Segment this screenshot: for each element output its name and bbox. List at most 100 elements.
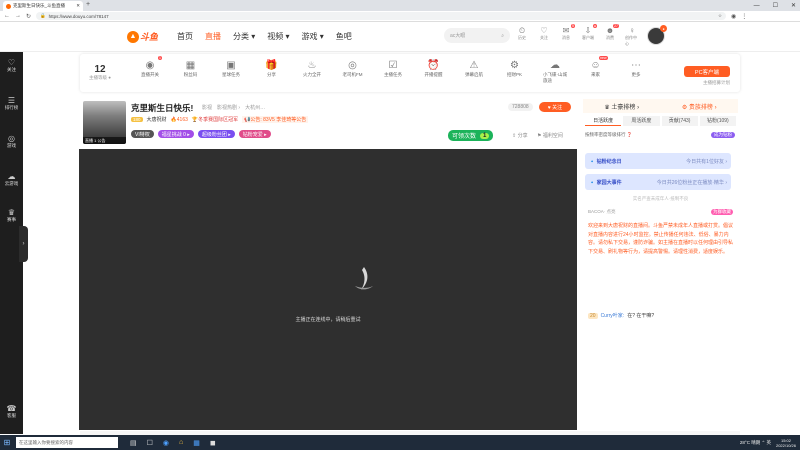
taskbar-app-icon[interactable]: ☐ bbox=[147, 439, 153, 447]
menu-icon[interactable]: ⋮ bbox=[741, 13, 747, 20]
room-notice[interactable]: 📢公告: 83V5 李佳琦等公告 bbox=[242, 116, 309, 123]
nav-item-3[interactable]: 视频 ▾ bbox=[267, 31, 289, 42]
taskbar-app-icon[interactable]: ⌂ bbox=[179, 439, 183, 447]
pick-count-button[interactable]: 可领次数 1 bbox=[448, 130, 494, 141]
room-pill-1[interactable]: 福星挑战 0 ▸ bbox=[157, 130, 194, 138]
toolbar-warn[interactable]: ⚠ 弹幕启航 bbox=[462, 58, 486, 78]
rank-tab-1[interactable]: ⚙ 贵族排榜 › bbox=[682, 102, 717, 111]
profile-icon[interactable]: ◉ bbox=[731, 13, 736, 20]
taskbar-app-icon[interactable]: ▦ bbox=[193, 439, 200, 447]
become-fan-button[interactable]: 成为钻粉 bbox=[711, 132, 735, 138]
video-player[interactable]: 主播正在连线中，请稍后重试 bbox=[79, 149, 577, 430]
ad-icon: ▣ bbox=[226, 59, 236, 71]
sidebar-label: 赛事 bbox=[7, 217, 16, 222]
toolbar-anchor[interactable]: ◎ 老司机FM bbox=[341, 58, 365, 78]
toolbar-cloud[interactable]: ☁ 小飞碟·山城旅途 bbox=[543, 58, 567, 84]
new-tab-button[interactable]: + bbox=[86, 1, 90, 8]
main-nav: 首页 直播 分类 ▾ 视频 ▾ 游戏 ▾ 鱼吧 bbox=[177, 31, 352, 42]
search-input[interactable]: ac大眼 ⌕ bbox=[444, 28, 510, 43]
toolbar-task[interactable]: ◉ 直播开关 1 bbox=[138, 56, 162, 78]
pc-client-sub[interactable]: 主播招募计划 bbox=[703, 80, 730, 86]
nav-item-0[interactable]: 首页 bbox=[177, 31, 193, 42]
category-2[interactable]: 大杭州… bbox=[245, 104, 265, 111]
chat-badge[interactable]: 为群收藏 bbox=[711, 209, 733, 215]
sidebar-item-follow[interactable]: ♡ 关注 bbox=[0, 58, 23, 73]
maximize-button[interactable]: ☐ bbox=[773, 2, 778, 9]
toolbar-check[interactable]: ☑ 主播任务 bbox=[381, 58, 405, 78]
url-input[interactable]: 🔒 https://www.douyu.com/78147 ☆ bbox=[36, 12, 727, 20]
star-icon[interactable]: ☆ bbox=[718, 13, 722, 19]
room-id: 728808 bbox=[508, 103, 533, 111]
sidebar-item-match[interactable]: ♛ 赛事 bbox=[0, 208, 23, 223]
toolbar-fans[interactable]: ▦ 粉丝码 bbox=[179, 58, 203, 78]
sidebar-item-service[interactable]: ☎ 客服 bbox=[0, 404, 23, 419]
pick-label: 可领次数 bbox=[452, 134, 477, 140]
clock[interactable]: 15:02 2022/10/26 bbox=[776, 438, 796, 448]
category-1[interactable]: 影视热剧 › bbox=[217, 104, 240, 111]
rank-tab-0[interactable]: ♛ 土豪排榜 › bbox=[604, 102, 639, 111]
anchor-toolbar: 12 主播等级 ● ◉ 直播开关 1 ▦ 粉丝码 ▣ 星球任务 🎁 分享 ♨ 火力全开 ◎ 老司机FM ☑… bbox=[80, 54, 740, 92]
header-follow[interactable]: ♡ 关注 bbox=[537, 26, 551, 47]
start-icon[interactable]: ⊞ bbox=[0, 435, 14, 450]
taskbar-app-icon[interactable]: ▤ bbox=[130, 439, 137, 447]
toolbar-ad[interactable]: ▣ 星球任务 bbox=[219, 58, 243, 78]
rank-icon: ☰ bbox=[7, 96, 16, 105]
toolbar-friends[interactable]: ☺ 来家 new bbox=[584, 56, 608, 78]
room-pill-2[interactable]: 超级粉丝团 ▸ bbox=[197, 130, 235, 138]
nav-item-5[interactable]: 鱼吧 bbox=[336, 31, 352, 42]
taskbar-app-icon[interactable]: ◉ bbox=[163, 439, 169, 447]
header-follow-label: 关注 bbox=[540, 35, 548, 40]
anchor-avatar[interactable]: 直播 1 公告 bbox=[83, 101, 126, 144]
room-pill-3[interactable]: 钻粉宠爱 ▸ bbox=[238, 130, 271, 138]
taskbar-search-input[interactable]: 在这里输入你要搜索的内容 bbox=[16, 437, 118, 448]
nav-item-4[interactable]: 游戏 ▾ bbox=[302, 31, 324, 42]
subtab-3[interactable]: 钻粉(109) bbox=[699, 116, 736, 126]
nav-item-1[interactable]: 直播 bbox=[205, 31, 221, 42]
header-mall[interactable]: ☻ 消费 27 bbox=[603, 24, 619, 47]
anchor-level[interactable]: 12 主播等级 ● bbox=[84, 64, 116, 81]
anchor-name[interactable]: 大唐祝财 bbox=[147, 116, 167, 123]
header-history[interactable]: ⏲ 历史 bbox=[515, 26, 529, 47]
subtab-0[interactable]: 日活跃度 bbox=[585, 116, 622, 126]
nav-item-2[interactable]: 分类 ▾ bbox=[233, 31, 255, 42]
forward-icon[interactable]: → bbox=[15, 13, 21, 19]
browser-tab[interactable]: 克里斯生日快乐_斗鱼直播 ✕ bbox=[3, 1, 83, 11]
tray-weather[interactable]: 28°C 晴朗 ⌃ 英 bbox=[740, 440, 771, 446]
close-window-button[interactable]: ✕ bbox=[791, 2, 796, 9]
reload-icon[interactable]: ↻ bbox=[26, 13, 31, 20]
subtab-1[interactable]: 周活跃度 bbox=[623, 116, 660, 126]
search-icon[interactable]: ⌕ bbox=[501, 33, 504, 39]
chat-user-0[interactable]: BACOA· 点亮 bbox=[588, 209, 616, 215]
achievement[interactable]: 🏆冬季赛国际区冠军 bbox=[192, 116, 238, 123]
room-pill-0[interactable]: VI特权 bbox=[131, 130, 154, 138]
taskbar-app-icon[interactable]: ◼ bbox=[210, 439, 216, 447]
home-event-banner[interactable]: 🔹 家园大事件 今日共26位粉丝正在播放·精华 › bbox=[585, 174, 731, 190]
follow-button[interactable]: ♥ 关注 bbox=[539, 102, 571, 112]
sidebar-toggle-button[interactable]: › bbox=[19, 226, 28, 262]
pc-client-button[interactable]: PC客户端 bbox=[684, 66, 730, 77]
welfare-button[interactable]: ⚑ 福利空间 bbox=[537, 132, 563, 139]
sidebar-item-cloud[interactable]: ☁ 云游戏 bbox=[0, 172, 23, 187]
toolbar-more[interactable]: ⋯ 更多 bbox=[624, 58, 648, 78]
header-client[interactable]: ⇩ 客户端 ● bbox=[581, 24, 597, 47]
fan-anniversary-banner[interactable]: 🔹 钻粉纪念日 今日共有1位好友 › bbox=[585, 153, 731, 169]
chat-user[interactable]: Curry叶家: bbox=[601, 312, 625, 319]
sidebar-item-rank[interactable]: ☰ 排行榜 bbox=[0, 96, 23, 111]
tab-close-icon[interactable]: ✕ bbox=[76, 3, 80, 9]
toolbar-alarm[interactable]: ⏰ 开播提醒 bbox=[422, 58, 446, 78]
category-0[interactable]: 影视 bbox=[202, 104, 212, 111]
header-live[interactable]: ♀ 创作中心 bbox=[625, 26, 639, 47]
header-message[interactable]: ✉ 消息 5 bbox=[559, 24, 575, 47]
toolbar-pk[interactable]: ⚙ 招财PK bbox=[503, 58, 527, 78]
subtab-2[interactable]: 贡献(743) bbox=[661, 116, 698, 126]
share-button[interactable]: ⇪ 分享 bbox=[512, 132, 528, 139]
header-history-label: 历史 bbox=[518, 35, 526, 40]
back-icon[interactable]: ← bbox=[4, 13, 10, 19]
system-message: 欢迎来到大唐祝财的直播间。斗鱼严禁未成年人直播或打赏。倡议对直播内容进行24小时… bbox=[588, 223, 734, 255]
toolbar-power[interactable]: ♨ 火力全开 bbox=[300, 58, 324, 78]
minimize-button[interactable]: — bbox=[754, 3, 760, 9]
sidebar-item-games[interactable]: ◎ 游戏 bbox=[0, 134, 23, 149]
room-categories: 影视 影视热剧 › 大杭州… bbox=[202, 104, 265, 111]
toolbar-gift[interactable]: 🎁 分享 bbox=[260, 58, 284, 78]
douyu-logo[interactable]: ▲ 斗鱼 bbox=[127, 29, 165, 44]
